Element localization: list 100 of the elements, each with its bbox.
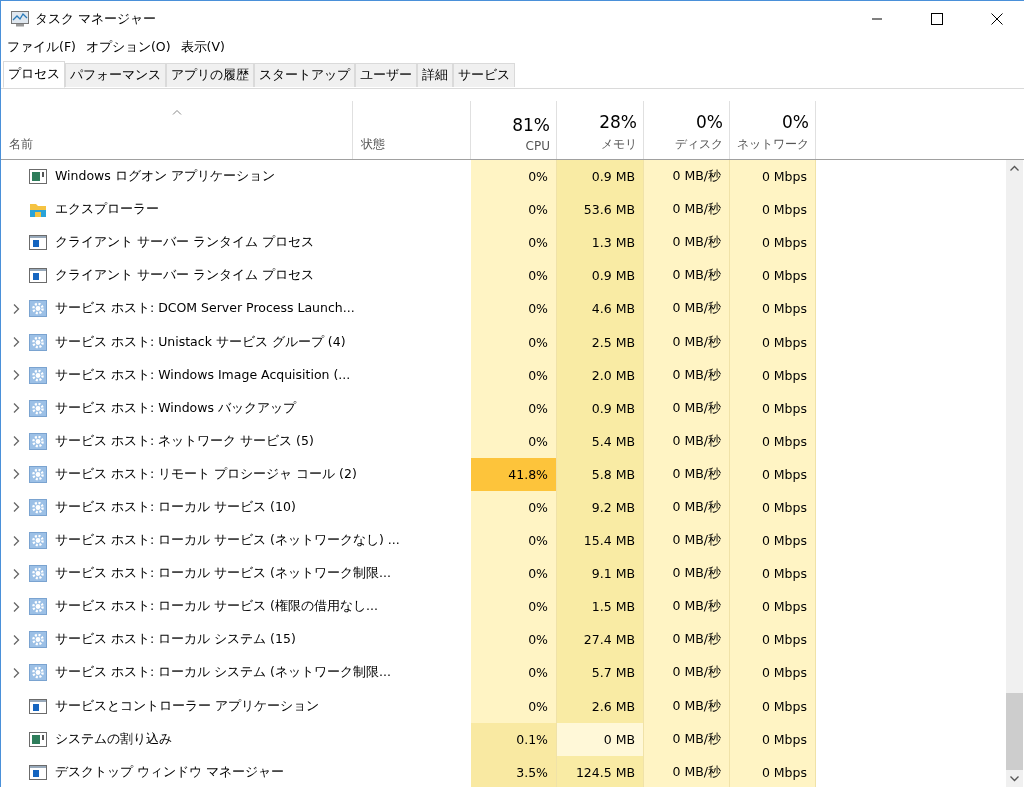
table-cell: 0% bbox=[471, 524, 557, 558]
scrollbar-thumb[interactable] bbox=[1006, 693, 1023, 770]
expand-chevron-icon[interactable] bbox=[11, 600, 21, 613]
table-cell: 0% bbox=[471, 490, 557, 525]
gear-icon bbox=[29, 631, 47, 649]
column-header[interactable]: 81% CPU bbox=[471, 101, 557, 159]
expand-chevron-icon[interactable] bbox=[11, 402, 21, 415]
table-cell: 0 MB/秒 bbox=[644, 259, 730, 293]
expand-chevron-icon[interactable] bbox=[11, 435, 21, 448]
maximize-icon bbox=[931, 12, 943, 25]
table-cell: 0 Mbps bbox=[730, 755, 816, 787]
process-name: サービス ホスト: ローカル システム (15) bbox=[55, 631, 296, 649]
menu-item[interactable]: ファイル(F) bbox=[7, 38, 76, 56]
column-label: ディスク bbox=[675, 136, 723, 153]
column-label: 状態 bbox=[361, 136, 385, 153]
column-total: 0% bbox=[696, 112, 723, 132]
table-cell: 5.4 MB bbox=[557, 424, 644, 458]
menu-item[interactable]: 表示(V) bbox=[180, 38, 225, 56]
process-name: Windows ログオン アプリケーション bbox=[55, 168, 275, 186]
table-cell: 5.7 MB bbox=[557, 656, 644, 690]
table-cell: 0 Mbps bbox=[730, 424, 816, 458]
table-cell: 0 MB/秒 bbox=[644, 226, 730, 260]
table-cell: 0.9 MB bbox=[557, 391, 644, 425]
expand-chevron-icon[interactable] bbox=[11, 302, 21, 315]
table-cell: 0 Mbps bbox=[730, 391, 816, 425]
table-cell: 0 Mbps bbox=[730, 325, 816, 359]
expand-chevron-icon[interactable] bbox=[11, 666, 21, 679]
table-cell: 0 Mbps bbox=[730, 292, 816, 326]
process-name: サービス ホスト: リモート プロシージャ コール (2) bbox=[55, 465, 357, 483]
tab[interactable]: 詳細 bbox=[417, 63, 453, 87]
window-icon bbox=[29, 168, 47, 186]
process-name: サービス ホスト: ネットワーク サービス (5) bbox=[55, 432, 314, 450]
column-header[interactable]: 状態 bbox=[353, 101, 471, 159]
table-cell: 0.1% bbox=[471, 722, 557, 756]
gear-icon bbox=[29, 565, 47, 583]
expand-chevron-icon[interactable] bbox=[11, 369, 21, 382]
table-cell: 0 Mbps bbox=[730, 689, 816, 723]
table-cell: 2.6 MB bbox=[557, 689, 644, 723]
table-cell: 0% bbox=[471, 656, 557, 690]
table-cell: 0.9 MB bbox=[557, 259, 644, 293]
expand-chevron-icon[interactable] bbox=[11, 633, 21, 646]
tab[interactable]: プロセス bbox=[3, 61, 65, 88]
tab[interactable]: アプリの履歴 bbox=[166, 63, 254, 87]
table-cell: 0% bbox=[471, 193, 557, 227]
gear-icon bbox=[29, 598, 47, 616]
column-total: 0% bbox=[782, 112, 809, 132]
table-cell: 0 Mbps bbox=[730, 160, 816, 194]
table-cell: 0 MB/秒 bbox=[644, 755, 730, 787]
tab[interactable]: ユーザー bbox=[355, 63, 417, 87]
column-header[interactable]: 0% ディスク bbox=[644, 101, 730, 159]
table-cell: 0 MB/秒 bbox=[644, 193, 730, 227]
process-name: サービス ホスト: ローカル サービス (ネットワークなし) ... bbox=[55, 532, 400, 550]
expand-chevron-icon[interactable] bbox=[11, 468, 21, 481]
window-icon bbox=[29, 234, 47, 252]
table-cell: 0 MB bbox=[557, 722, 644, 756]
process-name: システムの割り込み bbox=[55, 730, 172, 748]
expand-chevron-icon[interactable] bbox=[11, 336, 21, 348]
process-name: クライアント サーバー ランタイム プロセス bbox=[55, 234, 314, 252]
process-name: サービス ホスト: ローカル サービス (権限の借用なし... bbox=[55, 598, 378, 616]
table-cell: 0 MB/秒 bbox=[644, 722, 730, 756]
window-icon bbox=[29, 697, 47, 715]
table-cell: 1.3 MB bbox=[557, 226, 644, 260]
column-header[interactable]: 0% ネットワーク bbox=[730, 101, 816, 159]
expand-chevron-icon[interactable] bbox=[11, 501, 21, 514]
table-cell: 9.2 MB bbox=[557, 490, 644, 525]
table-cell: 0 MB/秒 bbox=[644, 623, 730, 657]
column-label: ネットワーク bbox=[737, 136, 809, 153]
expand-chevron-icon[interactable] bbox=[11, 534, 21, 547]
process-name: エクスプローラー bbox=[55, 201, 159, 219]
column-label: メモリ bbox=[601, 136, 637, 153]
table-cell: 0 MB/秒 bbox=[644, 391, 730, 425]
window-icon bbox=[29, 267, 47, 285]
process-name: サービス ホスト: ローカル サービス (10) bbox=[55, 499, 296, 516]
column-header[interactable]: 28% メモリ bbox=[557, 101, 644, 159]
scrollbar[interactable] bbox=[1006, 160, 1023, 787]
column-header[interactable]: 名前 bbox=[1, 101, 353, 159]
tab[interactable]: パフォーマンス bbox=[65, 63, 166, 87]
window-icon bbox=[29, 730, 47, 748]
table-cell: 0 MB/秒 bbox=[644, 358, 730, 392]
table-cell: 0 MB/秒 bbox=[644, 524, 730, 558]
process-name: サービス ホスト: ローカル サービス (ネットワーク制限... bbox=[55, 565, 391, 583]
tab[interactable]: スタートアップ bbox=[254, 63, 355, 87]
gear-icon bbox=[29, 499, 47, 516]
menu-item[interactable]: オプション(O) bbox=[85, 38, 171, 56]
table-cell: 0 MB/秒 bbox=[644, 160, 730, 194]
table-cell: 0 MB/秒 bbox=[644, 656, 730, 690]
table-cell: 0% bbox=[471, 292, 557, 326]
column-label: CPU bbox=[525, 139, 550, 153]
table-cell: 0 Mbps bbox=[730, 226, 816, 260]
folder-icon bbox=[29, 201, 47, 219]
table-cell: 0 Mbps bbox=[730, 524, 816, 558]
table-cell: 0.9 MB bbox=[557, 160, 644, 194]
table-cell: 0 MB/秒 bbox=[644, 457, 730, 491]
expand-chevron-icon[interactable] bbox=[11, 567, 21, 580]
window-icon bbox=[29, 763, 47, 781]
gear-icon bbox=[29, 300, 47, 318]
gear-icon bbox=[29, 399, 47, 417]
table-cell: 0% bbox=[471, 358, 557, 392]
gear-icon bbox=[29, 664, 47, 682]
tab[interactable]: サービス bbox=[453, 63, 515, 87]
